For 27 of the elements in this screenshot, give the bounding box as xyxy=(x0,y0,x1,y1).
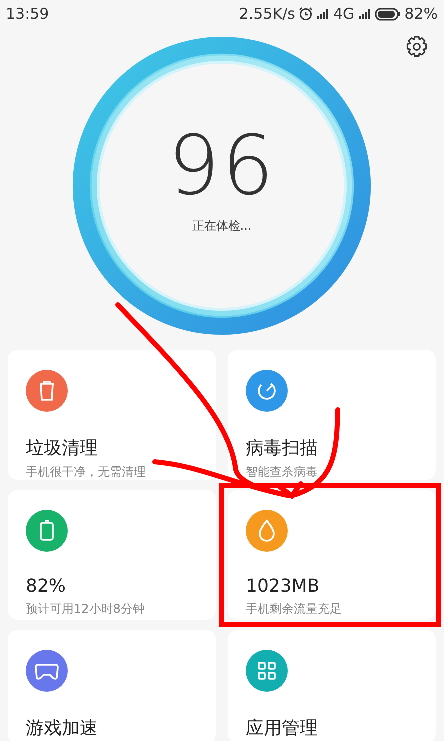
feature-card[interactable]: 垃圾清理 手机很干净，无需清理 xyxy=(8,350,216,480)
card-title: 82% xyxy=(26,576,68,597)
network-type: 4G xyxy=(333,5,355,23)
feature-card[interactable]: 病毒扫描 智能查杀病毒 xyxy=(228,350,436,480)
feature-card[interactable]: 游戏加速 xyxy=(8,630,216,741)
card-title: 垃圾清理 xyxy=(26,437,99,460)
alarm-icon xyxy=(299,7,314,21)
signal-icon xyxy=(317,8,330,20)
card-subtitle: 手机剩余流量充足 xyxy=(246,601,343,618)
card-subtitle: 预计可用12小时8分钟 xyxy=(26,601,146,618)
battery-percent: 82% xyxy=(404,5,438,23)
card-title: 1023MB xyxy=(246,576,321,597)
signal-icon xyxy=(358,8,371,20)
feature-card[interactable]: 82% 预计可用12小时8分钟 xyxy=(8,490,216,620)
card-subtitle: 手机很干净，无需清理 xyxy=(26,464,147,481)
card-title: 游戏加速 xyxy=(26,717,99,740)
scan-status: 正在体检... xyxy=(192,218,252,235)
status-time: 13:59 xyxy=(6,5,50,23)
health-score: 96 xyxy=(168,126,276,208)
card-title: 应用管理 xyxy=(246,717,319,740)
card-subtitle: 智能查杀病毒 xyxy=(246,464,319,481)
feature-card[interactable]: 1023MB 手机剩余流量充足 xyxy=(228,490,436,620)
battery-status-icon xyxy=(374,8,401,20)
card-title: 病毒扫描 xyxy=(246,437,319,460)
settings-icon[interactable] xyxy=(406,36,428,58)
feature-card[interactable]: 应用管理 xyxy=(228,630,436,741)
network-speed: 2.55K/s xyxy=(239,5,296,23)
